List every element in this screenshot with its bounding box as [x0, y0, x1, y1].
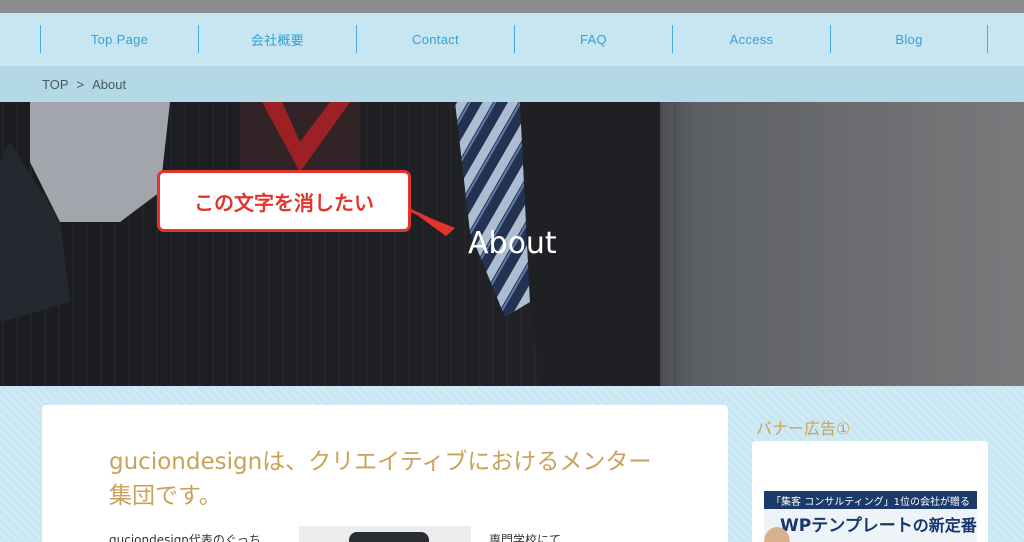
main-content-card: guciondesignは、クリエイティブにおけるメンター集団です。 gucio… — [42, 405, 728, 542]
nav-item-contact[interactable]: Contact — [356, 25, 514, 53]
hero-banner: この文字を消したい About — [0, 102, 1024, 386]
main-heading: guciondesignは、クリエイティブにおけるメンター集団です。 — [109, 449, 652, 509]
profile-photo — [299, 526, 471, 542]
banner-tagline: 「集客 コンサルティング」1位の会社が贈る — [764, 491, 977, 509]
nav-item-blog[interactable]: Blog — [830, 25, 988, 53]
breadcrumb-current: About — [92, 76, 127, 92]
nav-item-top-page[interactable]: Top Page — [40, 25, 198, 53]
nav-item-faq[interactable]: FAQ — [514, 25, 672, 53]
nav-item-access[interactable]: Access — [672, 25, 830, 53]
intro-text-right: 専門学校にて — [489, 533, 562, 542]
global-nav: Top Page 会社概要 Contact FAQ Access Blog — [0, 13, 1024, 66]
hero-title: About — [468, 226, 557, 261]
sidebar-widget: 「集客 コンサルティング」1位の会社が贈る WPテンプレートの新定番 — [752, 441, 988, 542]
ad-banner[interactable]: 「集客 コンサルティング」1位の会社が贈る WPテンプレートの新定番 — [764, 491, 977, 542]
sidebar-widget-title: バナー広告① — [756, 419, 851, 438]
breadcrumb: TOP > About — [0, 66, 1024, 102]
banner-headline: WPテンプレートの新定番 — [780, 516, 977, 536]
nav-item-company[interactable]: 会社概要 — [198, 25, 356, 53]
breadcrumb-home-link[interactable]: TOP — [42, 77, 69, 92]
intro-text-left: guciondesign代表のぐっち — [109, 533, 261, 542]
breadcrumb-separator: > — [76, 76, 85, 92]
annotation-callout: この文字を消したい — [157, 170, 411, 232]
top-strip — [0, 0, 1024, 13]
